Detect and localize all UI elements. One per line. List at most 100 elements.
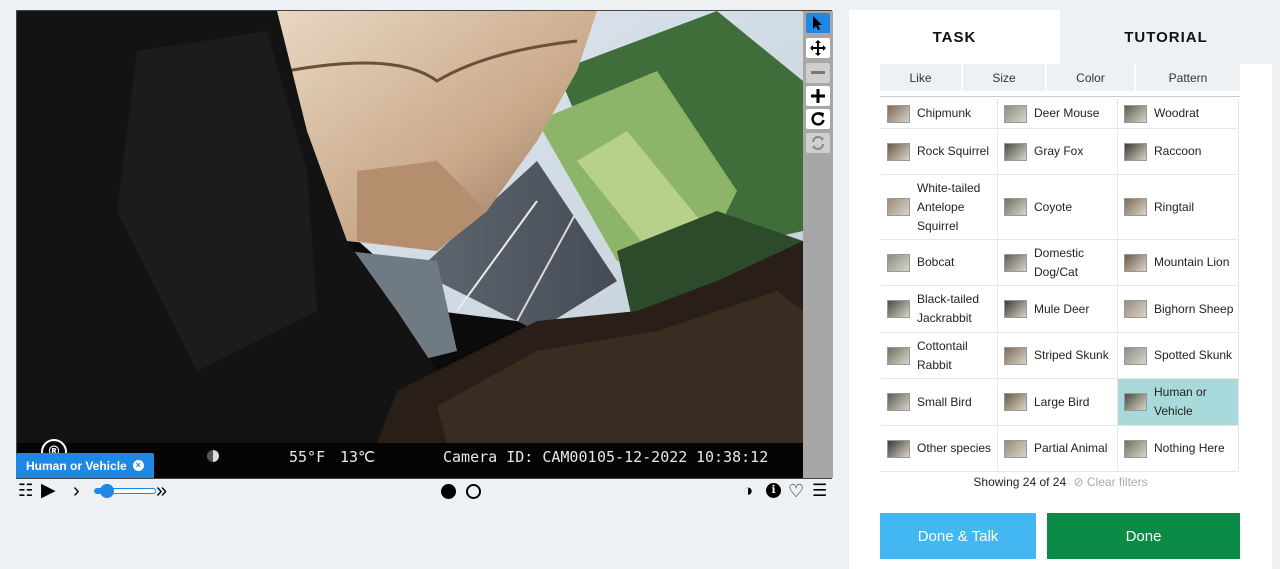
filter-size[interactable]: Size <box>963 64 1047 91</box>
choice-row: Other species Partial Animal Nothing Here <box>881 426 1239 472</box>
choice-thumbnail <box>1004 300 1027 318</box>
choice-row: White-tailed Antelope Squirrel Coyote Ring… <box>881 175 1239 240</box>
choice-black-tailed-jackrabbit[interactable]: Black-tailed Jackrabbit <box>881 286 998 332</box>
choice-woodrat[interactable]: Woodrat <box>1118 99 1239 128</box>
choice-large-bird[interactable]: Large Bird <box>998 379 1118 425</box>
filter-pattern[interactable]: Pattern <box>1136 64 1240 91</box>
choice-mountain-lion[interactable]: Mountain Lion <box>1118 240 1239 285</box>
choice-label: Raccoon <box>1154 144 1202 158</box>
done-button[interactable]: Done <box>1047 513 1240 559</box>
choice-row: Small Bird Large Bird Human or Vehicle <box>881 379 1239 426</box>
choice-other-species[interactable]: Other species <box>881 426 998 471</box>
choice-white-tailed-antelope-squirrel[interactable]: White-tailed Antelope Squirrel <box>881 175 998 239</box>
choice-thumbnail <box>1004 393 1027 411</box>
playback-speed-handle[interactable] <box>100 484 115 498</box>
contrast-icon[interactable]: ◑ <box>743 480 753 502</box>
choice-label: Chipmunk <box>917 106 972 120</box>
choice-cottontail-rabbit[interactable]: Cottontail Rabbit <box>881 333 998 378</box>
choice-thumbnail <box>887 346 910 365</box>
tab-task[interactable]: TASK <box>849 10 1060 64</box>
frame-dot-1[interactable] <box>441 484 456 499</box>
move-icon[interactable] <box>806 38 830 58</box>
choice-thumbnail <box>1124 439 1147 458</box>
choice-label: Mule Deer <box>1034 301 1090 316</box>
moon-phase-icon <box>207 450 219 462</box>
tab-tutorial[interactable]: TUTORIAL <box>1060 10 1272 64</box>
info-icon[interactable]: ℹ <box>766 483 781 498</box>
choice-domestic-dog-cat[interactable]: Domestic Dog/Cat <box>998 240 1118 285</box>
photo-image <box>17 11 803 443</box>
choice-label: Cottontail Rabbit <box>917 338 968 372</box>
playback-speed-slider[interactable] <box>94 484 156 498</box>
choice-thumbnail <box>1004 253 1027 272</box>
choice-label: Deer Mouse <box>1034 106 1100 120</box>
choice-thumbnail <box>1004 104 1027 123</box>
choice-label: Gray Fox <box>1034 144 1084 158</box>
choice-label: Mountain Lion <box>1154 255 1230 269</box>
rotate-icon[interactable] <box>806 109 830 129</box>
pointer-icon[interactable] <box>806 13 830 33</box>
choice-coyote[interactable]: Coyote <box>998 175 1118 239</box>
choice-label: Human or Vehicle <box>1154 385 1207 418</box>
choice-rock-squirrel[interactable]: Rock Squirrel <box>881 129 998 174</box>
favorite-heart-icon[interactable]: ♡ <box>788 480 804 502</box>
choice-striped-skunk[interactable]: Striped Skunk <box>998 333 1118 378</box>
task-panel: TASK TUTORIAL Like Size Color Pattern Ch… <box>849 10 1272 569</box>
zoom-in-icon[interactable] <box>806 86 830 106</box>
subject-viewer: ® 55°F 13℃ Camera ID: CAM001 05-12-2022 … <box>16 10 833 479</box>
choice-label: Coyote <box>1034 199 1073 214</box>
choice-label: Woodrat <box>1154 106 1200 120</box>
choice-row: Black-tailed Jackrabbit Mule Deer Bighorn … <box>881 286 1239 333</box>
frame-dot-2[interactable] <box>466 484 481 499</box>
choice-nothing-here[interactable]: Nothing Here <box>1118 426 1239 471</box>
app-root: ® 55°F 13℃ Camera ID: CAM001 05-12-2022 … <box>0 0 1280 569</box>
choice-row: Chipmunk Deer Mouse Woodrat <box>881 99 1239 129</box>
choice-thumbnail <box>1124 300 1147 318</box>
selected-tag-human-or-vehicle[interactable]: Human or Vehicle × <box>16 453 154 478</box>
choice-bobcat[interactable]: Bobcat <box>881 240 998 285</box>
play-icon[interactable]: ▶ <box>41 480 56 502</box>
choice-human-or-vehicle[interactable]: Human or Vehicle <box>1118 379 1239 425</box>
choice-gray-fox[interactable]: Gray Fox <box>998 129 1118 174</box>
choice-label: Rock Squirrel <box>917 144 990 158</box>
speed-up-icon[interactable]: » <box>156 480 167 502</box>
showing-text: Showing 24 of 24 <box>973 475 1067 489</box>
grid-view-icon[interactable]: ☷ <box>18 480 33 502</box>
remove-tag-icon[interactable]: × <box>132 460 144 471</box>
choice-mule-deer[interactable]: Mule Deer <box>998 286 1118 332</box>
choice-deer-mouse[interactable]: Deer Mouse <box>998 99 1118 128</box>
camera-trap-photo[interactable] <box>17 11 803 443</box>
choice-label: Striped Skunk <box>1034 348 1109 362</box>
choice-label: Bobcat <box>917 255 955 269</box>
panel-tabs: TASK TUTORIAL <box>849 10 1272 64</box>
clear-filters-link[interactable]: ⊘ Clear filters <box>1074 475 1148 489</box>
choice-bighorn-sheep[interactable]: Bighorn Sheep <box>1118 286 1239 332</box>
filter-divider <box>880 96 1240 97</box>
more-menu-icon[interactable]: ☰ <box>812 480 827 502</box>
done-and-talk-button[interactable]: Done & Talk <box>880 513 1036 559</box>
choice-small-bird[interactable]: Small Bird <box>881 379 998 425</box>
choice-label: Small Bird <box>917 394 972 409</box>
choice-thumbnail <box>1004 439 1027 458</box>
choice-label: Bighorn Sheep <box>1154 301 1234 316</box>
choice-thumbnail <box>1004 346 1027 365</box>
filter-color[interactable]: Color <box>1047 64 1136 91</box>
choice-thumbnail <box>1124 142 1147 161</box>
choice-raccoon[interactable]: Raccoon <box>1118 129 1239 174</box>
choice-ringtail[interactable]: Ringtail <box>1118 175 1239 239</box>
choice-partial-animal[interactable]: Partial Animal <box>998 426 1118 471</box>
choice-thumbnail <box>1124 104 1147 123</box>
choice-label: Black-tailed Jackrabbit <box>917 292 980 325</box>
choice-thumbnail <box>887 300 910 318</box>
choice-label: Spotted Skunk <box>1154 348 1233 362</box>
temperature-f: 55°F <box>289 448 326 466</box>
choice-label: Domestic Dog/Cat <box>1034 245 1085 279</box>
choice-chipmunk[interactable]: Chipmunk <box>881 99 998 128</box>
choice-thumbnail <box>1004 142 1027 161</box>
filter-like[interactable]: Like <box>880 64 963 91</box>
choice-spotted-skunk[interactable]: Spotted Skunk <box>1118 333 1239 378</box>
choice-thumbnail <box>887 393 910 411</box>
reset-icon[interactable] <box>806 133 830 153</box>
zoom-out-icon[interactable] <box>806 63 830 83</box>
slow-down-icon[interactable]: › <box>73 480 80 502</box>
